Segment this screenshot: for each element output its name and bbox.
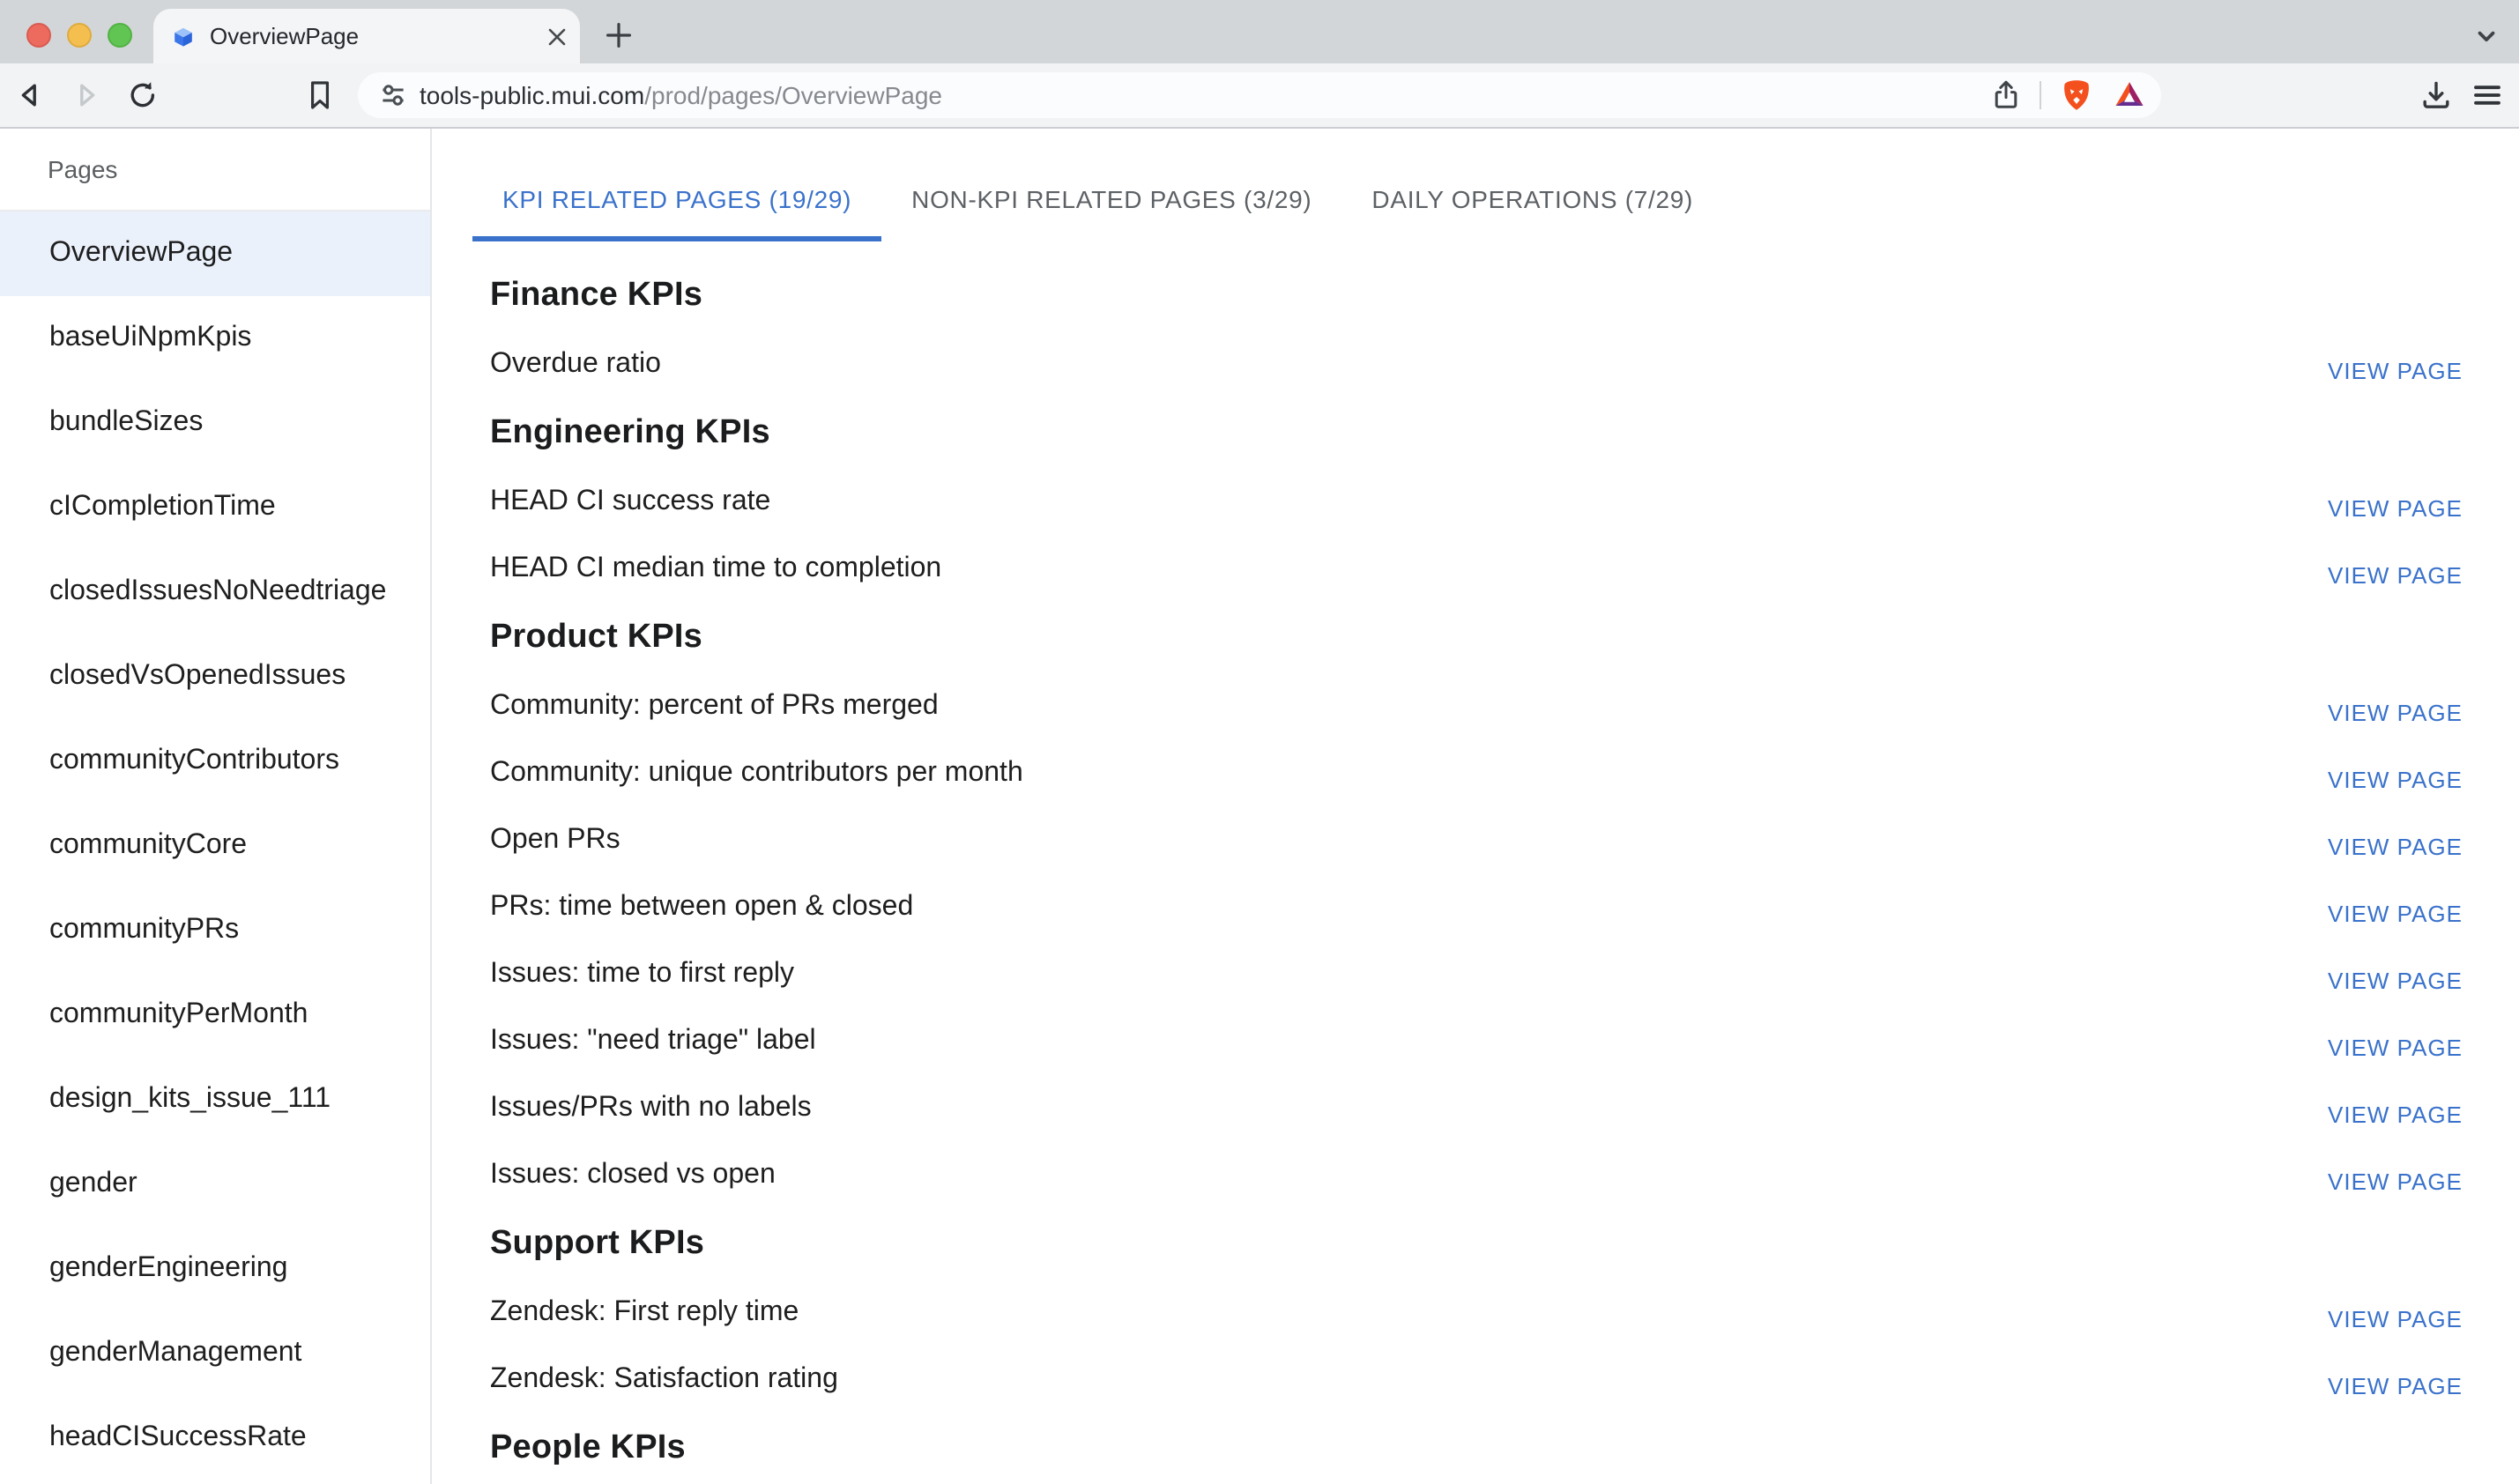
traffic-lights (26, 23, 132, 48)
main-panel: KPI RELATED PAGES (19/29) NON-KPI RELATE… (432, 129, 2519, 1484)
site-settings-tune-icon[interactable] (379, 81, 407, 109)
kpi-item-row: Open PRs VIEW PAGE (490, 807, 2463, 874)
sidebar-item-bundlesizes[interactable]: bundleSizes (0, 381, 430, 465)
tab-non-kpi-related-pages[interactable]: NON-KPI RELATED PAGES (3/29) (881, 157, 1341, 241)
kpi-item-label: Issues/PRs with no labels (490, 1093, 812, 1124)
tab-kpi-related-pages[interactable]: KPI RELATED PAGES (19/29) (472, 157, 881, 241)
view-page-link[interactable]: VIEW PAGE (2328, 967, 2463, 993)
sidebar-header: Pages (0, 129, 430, 211)
url-path: /prod/pages/OverviewPage (644, 81, 942, 109)
sidebar-item-closedvsopenedissues[interactable]: closedVsOpenedIssues (0, 634, 430, 719)
kpi-item-label: Open PRs (490, 825, 620, 857)
kpi-item-row: HEAD CI success rate VIEW PAGE (490, 469, 2463, 536)
sidebar-item-communitycore[interactable]: communityCore (0, 804, 430, 888)
kpi-item-label: HEAD CI median time to completion (490, 553, 941, 585)
sidebar-item-baseuinpmkpis[interactable]: baseUiNpmKpis (0, 296, 430, 381)
section-heading-engineering-kpis: Engineering KPIs (490, 398, 2463, 469)
kpi-item-label: Issues: time to first reply (490, 959, 794, 991)
sidebar-item-closedissuesnoneedtriage[interactable]: closedIssuesNoNeedtriage (0, 550, 430, 634)
kpi-item-row: Community: unique contributors per month… (490, 740, 2463, 807)
sidebar-item-cicompletiontime[interactable]: cICompletionTime (0, 465, 430, 550)
url-bar[interactable]: tools-public.mui.com/prod/pages/Overview… (358, 72, 2161, 118)
close-window-button[interactable] (26, 23, 51, 48)
kpi-item-label: Community: percent of PRs merged (490, 691, 939, 723)
browser-toolbar: tools-public.mui.com/prod/pages/Overview… (0, 63, 2519, 127)
section-heading-product-kpis: Product KPIs (490, 603, 2463, 673)
kpi-item-row: Issues: closed vs open VIEW PAGE (490, 1142, 2463, 1209)
view-page-link[interactable]: VIEW PAGE (2328, 766, 2463, 792)
sidebar-item-overviewpage[interactable]: OverviewPage (0, 211, 430, 296)
view-page-link[interactable]: VIEW PAGE (2328, 833, 2463, 859)
kpi-item-label: Issues: closed vs open (490, 1160, 776, 1191)
view-page-link[interactable]: VIEW PAGE (2328, 900, 2463, 926)
sidebar-item-gendermanagement[interactable]: genderManagement (0, 1311, 430, 1396)
tab-title: OverviewPage (210, 23, 548, 49)
view-page-link[interactable]: VIEW PAGE (2328, 1034, 2463, 1060)
kpi-item-label: PRs: time between open & closed (490, 892, 913, 924)
section-heading-people-kpis: People KPIs (490, 1414, 2463, 1484)
tab-strip: OverviewPage (0, 0, 2519, 63)
view-page-link[interactable]: VIEW PAGE (2328, 1168, 2463, 1194)
url-domain: tools-public.mui.com (420, 81, 644, 109)
browser-window: OverviewPage (0, 0, 2519, 1484)
sidebar-item-communitypermonth[interactable]: communityPerMonth (0, 973, 430, 1057)
kpi-item-label: Zendesk: Satisfaction rating (490, 1364, 838, 1396)
sidebar-item-genderengineering[interactable]: genderEngineering (0, 1227, 430, 1311)
kpi-item-row: Community: percent of PRs merged VIEW PA… (490, 673, 2463, 740)
forward-button[interactable] (71, 79, 102, 111)
kpi-item-row: Zendesk: Satisfaction rating VIEW PAGE (490, 1347, 2463, 1414)
menu-hamburger-icon[interactable] (2470, 78, 2505, 113)
kpi-item-row: HEAD CI median time to completion VIEW P… (490, 536, 2463, 603)
kpi-item-row: PRs: time between open & closed VIEW PAG… (490, 874, 2463, 941)
zoom-window-button[interactable] (108, 23, 132, 48)
minimize-window-button[interactable] (67, 23, 92, 48)
new-tab-button[interactable] (603, 19, 635, 51)
kpi-item-label: Community: unique contributors per month (490, 758, 1023, 790)
brave-rewards-bat-icon[interactable] (2112, 78, 2147, 113)
mui-logo-icon (171, 24, 196, 48)
view-page-link[interactable]: VIEW PAGE (2328, 357, 2463, 383)
tab-search-chevron-icon[interactable] (2473, 23, 2500, 49)
reload-button[interactable] (127, 79, 159, 111)
download-button[interactable] (2419, 78, 2454, 113)
view-page-link[interactable]: VIEW PAGE (2328, 699, 2463, 725)
kpi-item-label: Overdue ratio (490, 349, 661, 381)
back-button[interactable] (14, 79, 46, 111)
category-tabs: KPI RELATED PAGES (19/29) NON-KPI RELATE… (472, 157, 2519, 241)
section-heading-finance-kpis: Finance KPIs (490, 261, 2463, 331)
kpi-item-label: Zendesk: First reply time (490, 1297, 799, 1329)
sidebar-item-communitycontributors[interactable]: communityContributors (0, 719, 430, 804)
kpi-item-row: Issues/PRs with no labels VIEW PAGE (490, 1075, 2463, 1142)
bookmark-icon[interactable] (305, 79, 335, 111)
page-content: Pages OverviewPage baseUiNpmKpis bundleS… (0, 129, 2519, 1484)
kpi-item-row: Zendesk: First reply time VIEW PAGE (490, 1280, 2463, 1347)
kpi-list: Finance KPIs Overdue ratio VIEW PAGE Eng… (432, 241, 2519, 1484)
view-page-link[interactable]: VIEW PAGE (2328, 494, 2463, 521)
sidebar-item-gender[interactable]: gender (0, 1142, 430, 1227)
kpi-item-row: Issues: time to first reply VIEW PAGE (490, 941, 2463, 1008)
sidebar-item-communityprs[interactable]: communityPRs (0, 888, 430, 973)
url-text: tools-public.mui.com/prod/pages/Overview… (420, 81, 942, 109)
kpi-item-row: Issues: "need triage" label VIEW PAGE (490, 1008, 2463, 1075)
tab-daily-operations[interactable]: DAILY OPERATIONS (7/29) (1341, 157, 1723, 241)
toolbar-separator (2040, 81, 2041, 109)
sidebar-item-headcisuccessrate[interactable]: headCISuccessRate (0, 1396, 430, 1480)
brave-shields-lion-icon[interactable] (2059, 78, 2094, 113)
view-page-link[interactable]: VIEW PAGE (2328, 1305, 2463, 1332)
view-page-link[interactable]: VIEW PAGE (2328, 1101, 2463, 1127)
view-page-link[interactable]: VIEW PAGE (2328, 1372, 2463, 1399)
sidebar-item-design-kits-issue-111[interactable]: design_kits_issue_111 (0, 1057, 430, 1142)
browser-tab[interactable]: OverviewPage (153, 9, 580, 63)
view-page-link[interactable]: VIEW PAGE (2328, 561, 2463, 588)
kpi-item-row: Overdue ratio VIEW PAGE (490, 331, 2463, 398)
pages-sidebar: Pages OverviewPage baseUiNpmKpis bundleS… (0, 129, 430, 1484)
kpi-item-label: HEAD CI success rate (490, 486, 770, 518)
section-heading-support-kpis: Support KPIs (490, 1209, 2463, 1280)
share-icon[interactable] (1990, 79, 2022, 111)
close-tab-icon[interactable] (548, 27, 566, 45)
kpi-item-label: Issues: "need triage" label (490, 1026, 816, 1057)
